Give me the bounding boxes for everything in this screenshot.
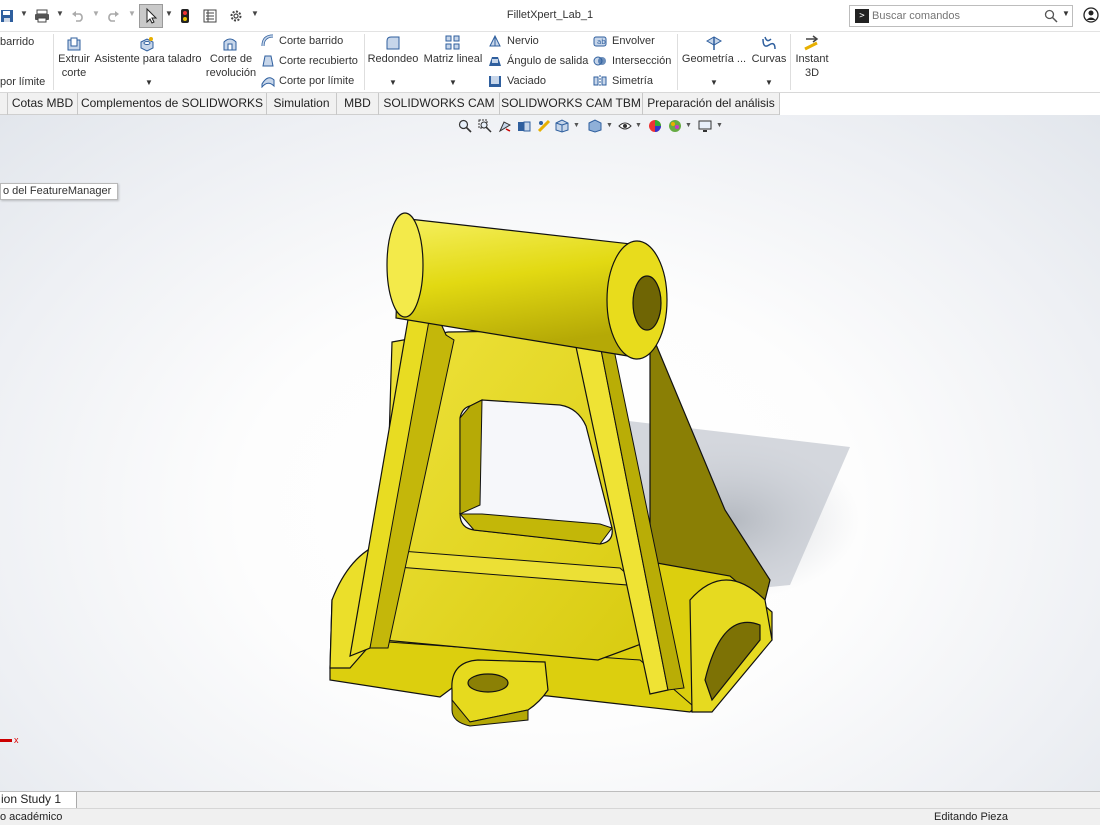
draft-button[interactable]: Ángulo de salida xyxy=(507,54,588,68)
revolve-cut-label-1: Corte de xyxy=(209,53,253,65)
hole-wizard-button[interactable]: Asistente para taladro xyxy=(94,52,202,66)
part-cylinder-left-end xyxy=(386,212,424,318)
tab-solidworks-addins[interactable]: Complementos de SOLIDWORKS xyxy=(78,93,267,115)
tab-solidworks-cam-tbm[interactable]: SOLIDWORKS CAM TBM xyxy=(500,93,643,115)
extrude-cut-button[interactable]: Extruir corte xyxy=(56,52,92,80)
lofted-cut-icon[interactable] xyxy=(261,54,275,71)
mirror-button[interactable]: Simetría xyxy=(612,74,653,88)
part-mount-tab-hole xyxy=(467,673,509,693)
reference-geometry-dropdown-caret[interactable]: ▼ xyxy=(710,78,718,87)
tab-mbd[interactable]: MBD xyxy=(337,93,379,115)
swept-boss-button[interactable]: barrido xyxy=(0,35,34,49)
ribbon-separator xyxy=(53,34,54,90)
curves-dropdown-caret[interactable]: ▼ xyxy=(765,78,773,87)
command-prompt-icon: > xyxy=(855,9,869,23)
wrap-icon[interactable]: ab xyxy=(593,34,607,51)
part-cylinder-bore xyxy=(632,275,662,331)
hole-wizard-dropdown-caret[interactable]: ▼ xyxy=(145,78,153,87)
shell-icon[interactable] xyxy=(488,74,502,91)
shell-button[interactable]: Vaciado xyxy=(507,74,546,88)
title-bar: ▼ ▼ ▼ ▼ ▼ ▼ FilletXpert_Lab_1 > Buscar c… xyxy=(0,0,1100,32)
curves-button[interactable]: Curvas xyxy=(748,52,790,66)
command-manager-tabs: Cotas MBD Complementos de SOLIDWORKS Sim… xyxy=(0,93,780,115)
wrap-button[interactable]: Envolver xyxy=(612,34,655,48)
instant3d-button[interactable]: Instant 3D xyxy=(792,52,832,80)
rib-icon[interactable] xyxy=(488,34,502,51)
mirror-icon[interactable] xyxy=(593,74,607,91)
swept-cut-button[interactable]: Corte barrido xyxy=(279,34,343,48)
motion-study-tab[interactable]: ion Study 1 xyxy=(0,792,77,808)
status-license: o académico xyxy=(0,811,63,823)
revolve-cut-button[interactable]: Corte de revolución xyxy=(204,52,258,80)
tab-mbd-dimensions[interactable]: Cotas MBD xyxy=(8,93,78,115)
command-search-box[interactable]: > ▼ xyxy=(849,5,1073,27)
linear-pattern-dropdown-caret[interactable]: ▼ xyxy=(449,78,457,87)
reference-geometry-button[interactable]: Geometría ... xyxy=(680,52,748,66)
search-dropdown-caret[interactable]: ▼ xyxy=(1062,9,1070,18)
intersect-button[interactable]: Intersección xyxy=(612,54,671,68)
status-edit-mode: Editando Pieza xyxy=(934,811,1008,823)
boundary-cut-button[interactable]: Corte por límite xyxy=(279,74,354,88)
search-input[interactable] xyxy=(872,8,1037,24)
ribbon-separator xyxy=(790,34,791,90)
3d-part-model[interactable] xyxy=(0,115,1100,791)
linear-pattern-button[interactable]: Matriz lineal xyxy=(422,52,484,66)
intersect-icon[interactable] xyxy=(593,54,607,71)
fillet-dropdown-caret[interactable]: ▼ xyxy=(389,78,397,87)
revolve-cut-label-2: revolución xyxy=(205,67,257,79)
boundary-boss-button[interactable]: por límite xyxy=(0,75,45,89)
swept-cut-icon[interactable] xyxy=(261,34,275,51)
triad-x-label: x xyxy=(14,735,19,745)
boundary-cut-icon[interactable] xyxy=(261,74,275,91)
user-account-icon[interactable] xyxy=(1083,7,1099,26)
svg-text:ab: ab xyxy=(597,38,606,46)
part-mount-tab xyxy=(451,659,549,723)
triad-x-axis xyxy=(0,739,12,742)
instant3d-label-1: Instant xyxy=(795,53,829,65)
bottom-tabs: ion Study 1 xyxy=(0,791,1100,808)
tab-simulation[interactable]: Simulation xyxy=(267,93,337,115)
lofted-cut-button[interactable]: Corte recubierto xyxy=(279,54,358,68)
extrude-cut-label-1: Extruir xyxy=(58,53,90,65)
ribbon-separator xyxy=(364,34,365,90)
status-bar: o académico Editando Pieza xyxy=(0,808,1100,825)
tab-solidworks-cam[interactable]: SOLIDWORKS CAM xyxy=(379,93,500,115)
extrude-cut-label-2: corte xyxy=(61,67,87,79)
rib-button[interactable]: Nervio xyxy=(507,34,539,48)
command-manager-ribbon: barrido por límite Extruir corte Asisten… xyxy=(0,32,1100,93)
ribbon-separator xyxy=(677,34,678,90)
search-icon[interactable] xyxy=(1044,9,1058,26)
tab-cut-off[interactable] xyxy=(0,93,8,115)
part-window-side xyxy=(459,399,483,515)
draft-icon[interactable] xyxy=(488,54,502,71)
fillet-button[interactable]: Redondeo xyxy=(366,52,420,66)
tab-simulation-prep[interactable]: Preparación del análisis xyxy=(643,93,780,115)
instant3d-label-2: 3D xyxy=(804,67,820,79)
solidworks-window: ▼ ▼ ▼ ▼ ▼ ▼ FilletXpert_Lab_1 > Buscar c… xyxy=(0,0,1100,825)
